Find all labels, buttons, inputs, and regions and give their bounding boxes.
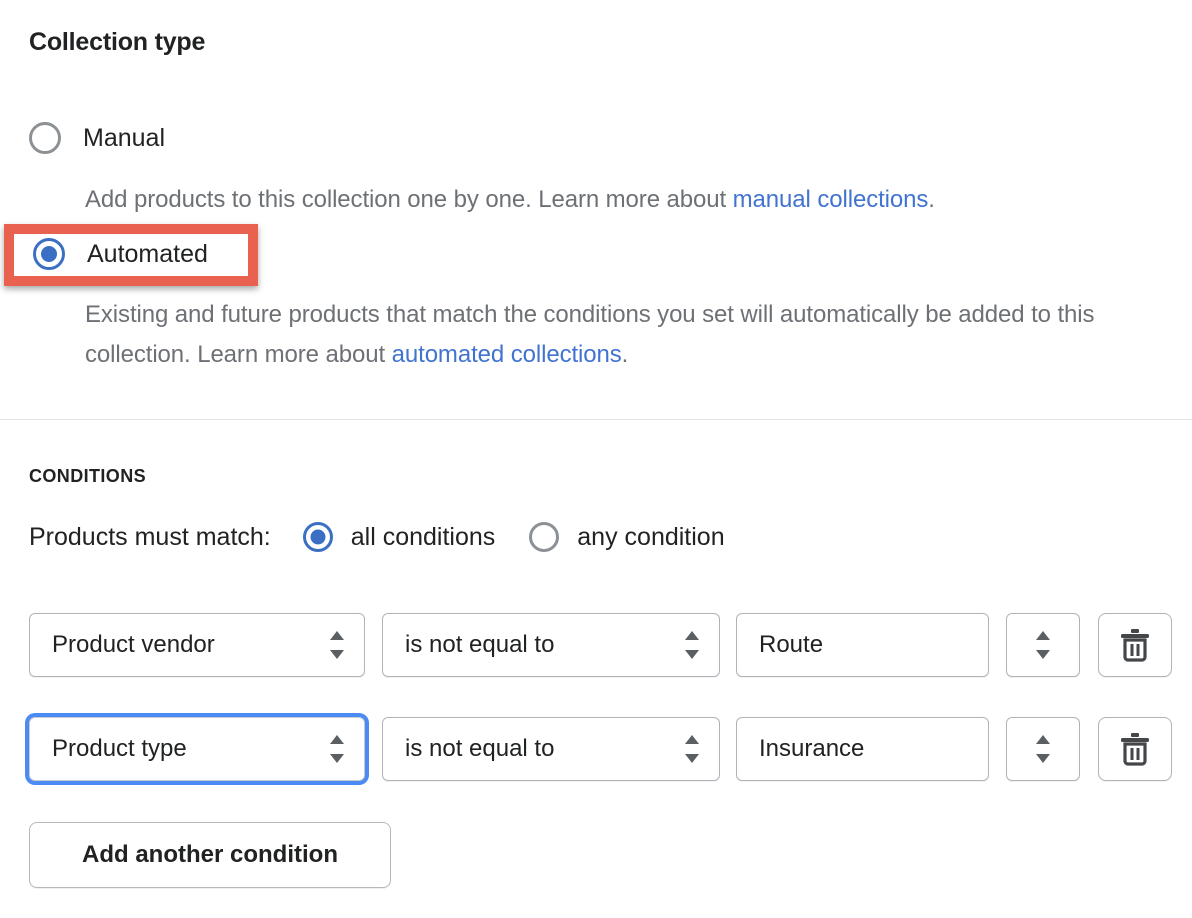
chevron-updown-icon — [330, 631, 344, 659]
radio-all-conditions-label: all conditions — [350, 522, 496, 551]
radio-any-condition-label: any condition — [577, 522, 725, 551]
condition-operator-value: is not equal to — [405, 735, 555, 762]
automated-collections-link[interactable]: automated collections — [392, 341, 622, 368]
condition-field-select[interactable]: Product vendor — [29, 613, 365, 677]
delete-condition-button[interactable] — [1098, 613, 1172, 677]
condition-row: Product type is not equal to Insurance — [29, 717, 1172, 781]
condition-value-select[interactable] — [1006, 613, 1080, 677]
radio-any-condition-indicator[interactable] — [529, 522, 560, 552]
condition-field-value: Product type — [52, 735, 187, 762]
chevron-updown-icon — [1036, 631, 1050, 659]
radio-automated-indicator[interactable] — [33, 238, 65, 270]
radio-all-conditions-indicator[interactable] — [302, 522, 333, 552]
manual-description-period: . — [928, 186, 935, 213]
trash-icon — [1121, 733, 1149, 766]
manual-description-text: Add products to this collection one by o… — [85, 186, 733, 213]
chevron-updown-icon — [330, 735, 344, 763]
condition-field-value: Product vendor — [52, 631, 215, 658]
products-must-match-label: Products must match: — [29, 522, 271, 551]
condition-value-select[interactable] — [1006, 717, 1080, 781]
delete-condition-button[interactable] — [1098, 717, 1172, 781]
conditions-heading: CONDITIONS — [29, 466, 147, 486]
condition-value-input[interactable]: Route — [736, 613, 989, 677]
automated-description-period: . — [621, 341, 629, 368]
condition-value-text: Route — [759, 631, 824, 658]
trash-icon — [1121, 629, 1149, 662]
add-another-condition-button[interactable]: Add another condition — [29, 822, 391, 888]
section-divider — [0, 419, 1192, 420]
condition-row: Product vendor is not equal to Route — [29, 613, 1172, 677]
collection-type-form: Collection type Manual Add products to t… — [0, 0, 1192, 918]
radio-option-manual[interactable]: Manual — [29, 122, 165, 154]
chevron-updown-icon — [685, 735, 699, 763]
chevron-updown-icon — [685, 631, 699, 659]
radio-manual-label: Manual — [83, 123, 165, 152]
radio-automated-label: Automated — [87, 239, 208, 268]
automated-description: Existing and future products that match … — [85, 295, 1170, 375]
chevron-updown-icon — [1036, 735, 1050, 763]
condition-operator-select[interactable]: is not equal to — [382, 613, 720, 677]
radio-option-any-condition[interactable]: any condition — [529, 522, 725, 552]
condition-operator-select[interactable]: is not equal to — [382, 717, 720, 781]
radio-option-automated[interactable]: Automated — [33, 238, 208, 270]
manual-description: Add products to this collection one by o… — [85, 180, 1175, 220]
condition-field-select[interactable]: Product type — [29, 717, 365, 781]
products-must-match-row: Products must match: all conditions any … — [29, 522, 725, 552]
condition-value-input[interactable]: Insurance — [736, 717, 989, 781]
radio-option-all-conditions[interactable]: all conditions — [302, 522, 496, 552]
radio-manual-indicator[interactable] — [29, 122, 61, 154]
page-title: Collection type — [29, 28, 206, 56]
condition-operator-value: is not equal to — [405, 631, 555, 658]
condition-value-text: Insurance — [759, 735, 865, 762]
manual-collections-link[interactable]: manual collections — [733, 186, 929, 213]
